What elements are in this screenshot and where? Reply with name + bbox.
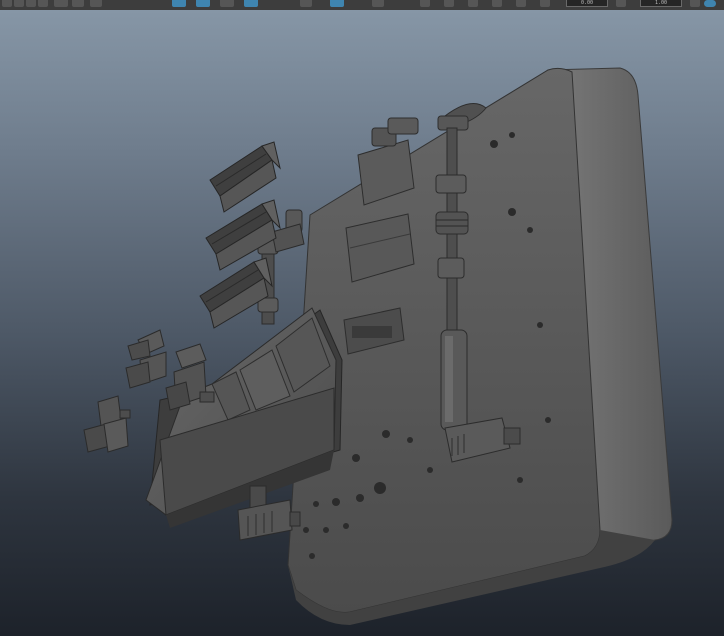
snap-plane-icon[interactable]	[38, 0, 48, 7]
toolbar-button[interactable]	[492, 0, 502, 7]
xray-icon[interactable]	[300, 0, 312, 7]
backing-plate[interactable]	[287, 67, 673, 625]
viewport-settings-icon[interactable]	[704, 0, 716, 7]
maya-viewport-window: 0.00 1.00	[0, 0, 724, 636]
scene-render	[83, 67, 673, 625]
shadows-icon[interactable]	[220, 0, 234, 7]
grid-icon[interactable]	[330, 0, 344, 7]
toolbar-button[interactable]	[444, 0, 454, 7]
snap-grid-icon[interactable]	[2, 0, 12, 7]
toolbar-button[interactable]	[468, 0, 478, 7]
smooth-shading-icon[interactable]	[90, 0, 102, 7]
clamp-piece-3[interactable]	[83, 395, 131, 453]
toolbar-button[interactable]	[516, 0, 526, 7]
clamp-piece-2[interactable]	[165, 343, 215, 411]
clamp-piece-1[interactable]	[125, 329, 167, 389]
toolbar-button[interactable]	[616, 0, 626, 7]
far-clip-field[interactable]: 1.00	[640, 0, 682, 7]
near-clip-field[interactable]: 0.00	[566, 0, 608, 7]
toolbar-button[interactable]	[420, 0, 430, 7]
viewport-3d[interactable]	[0, 10, 724, 636]
wireframe-shading-icon[interactable]	[72, 0, 84, 7]
toolbar-button[interactable]	[540, 0, 550, 7]
vent-panel-3[interactable]	[199, 257, 273, 329]
isolate-select-icon[interactable]	[244, 0, 258, 7]
snap-curve-icon[interactable]	[14, 0, 24, 7]
toolbar-button[interactable]	[690, 0, 700, 7]
snap-point-icon[interactable]	[26, 0, 36, 7]
camera-icon[interactable]	[54, 0, 68, 7]
lighting-icon[interactable]	[196, 0, 210, 7]
textured-icon[interactable]	[172, 0, 186, 7]
resolution-gate-icon[interactable]	[372, 0, 384, 7]
